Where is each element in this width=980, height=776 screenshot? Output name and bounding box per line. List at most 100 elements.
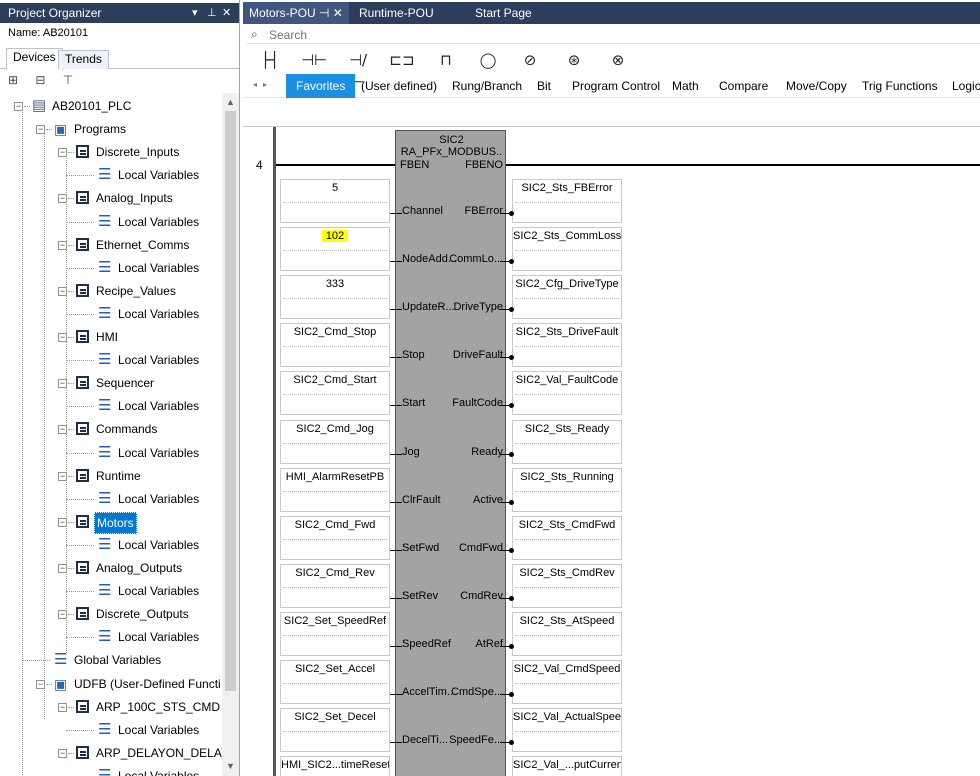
function-block[interactable]: SIC2 RA_PFx_MODBUS.. FBEN FBENO Channel N… (395, 130, 506, 776)
tree-item[interactable]: − Discrete_Outputs (0, 604, 222, 624)
tree-item[interactable]: Local Variables (0, 766, 222, 776)
output-variable-box[interactable]: SIC2_Val_CmdSpeed (512, 660, 622, 704)
tree-item[interactable]: Global Variables (0, 650, 222, 670)
scroll-up-icon[interactable]: ▲ (226, 97, 235, 107)
input-variable-box[interactable]: SIC2_Set_SpeedRef (280, 611, 390, 656)
input-variable-box[interactable]: SIC2_Set_Accel (280, 660, 390, 704)
tree-item[interactable]: Local Variables (0, 489, 222, 509)
tree-item[interactable]: − Sequencer (0, 373, 222, 393)
tree-item[interactable]: −Programs (0, 119, 222, 139)
coil-icon[interactable]: ◯ (475, 49, 501, 71)
tree-item[interactable]: Local Variables (0, 165, 222, 185)
tree-item[interactable]: − Analog_Outputs (0, 558, 222, 578)
tree-item[interactable]: Local Variables (0, 258, 222, 278)
block-icon[interactable]: ⊏⊐ (389, 49, 415, 71)
tree-item[interactable]: −AB20101_PLC (0, 96, 222, 116)
tree-item[interactable]: Local Variables (0, 350, 222, 370)
output-variable-box[interactable]: SIC2_Sts_FBError (512, 179, 622, 223)
category-rung-branch[interactable]: Rung/Branch (452, 74, 522, 98)
rung-icon[interactable]: ├┤ (257, 49, 283, 71)
output-variable-box[interactable]: SIC2_Sts_CommLoss (512, 227, 622, 272)
value-separator (283, 586, 387, 588)
tree-item[interactable]: − Motors (0, 511, 222, 534)
output-variable-box[interactable]: SIC2_Cfg_DriveType (512, 275, 622, 320)
input-variable-box[interactable]: SIC2_Set_Decel (280, 708, 390, 753)
tree-item[interactable]: Local Variables (0, 627, 222, 647)
coil-negated-icon[interactable]: ⊘ (517, 49, 543, 71)
tree-item[interactable]: − Recipe_Values (0, 281, 222, 301)
category-user-defined[interactable]: (User defined) (361, 74, 437, 98)
coil-set-icon[interactable]: ⊛ (561, 49, 587, 71)
tree-item[interactable]: Local Variables (0, 720, 222, 740)
input-variable-box[interactable]: 5 (280, 179, 390, 223)
input-variable-value: SIC2_Cmd_Stop (281, 326, 389, 338)
tree-guide-line (22, 105, 23, 776)
tree-item[interactable]: Local Variables (0, 304, 222, 324)
tree-item[interactable]: Local Variables (0, 535, 222, 555)
category-trig-functions[interactable]: Trig Functions (862, 74, 938, 98)
branch-icon[interactable]: ⊓ (433, 49, 459, 71)
tree-item[interactable]: − Discrete_Inputs (0, 142, 222, 162)
search-input[interactable] (269, 27, 569, 43)
add-device-icon[interactable]: ⊞ (8, 73, 24, 87)
scrollbar-thumb[interactable] (225, 111, 236, 691)
tab-runtime-pou[interactable]: Runtime-POU (359, 2, 434, 24)
tree-scrollbar[interactable]: ▲ ▼ (222, 93, 239, 776)
category-program-control[interactable]: Program Control (572, 74, 660, 98)
tree-item[interactable]: − HMI (0, 327, 222, 347)
output-variable-box[interactable]: SIC2_Val_FaultCode (512, 371, 622, 416)
input-variable-box[interactable]: HMI_SIC2...timeReset (280, 756, 390, 776)
tab-devices[interactable]: Devices (6, 48, 63, 70)
tree-item[interactable]: − ARP_100C_STS_CMD (0, 697, 222, 717)
tree-item[interactable]: Local Variables (0, 581, 222, 601)
input-variable-box[interactable]: 102 (280, 227, 390, 272)
tree-item[interactable]: − Commands (0, 419, 222, 439)
contact-no-icon[interactable]: ⊣⊢ (301, 49, 327, 71)
collapse-icon[interactable]: − (58, 748, 67, 758)
input-variable-box[interactable]: SIC2_Cmd_Fwd (280, 515, 390, 560)
output-variable-box[interactable]: SIC2_Sts_AtSpeed (512, 611, 622, 656)
category-math[interactable]: Math (672, 74, 699, 98)
input-variable-box[interactable]: SIC2_Cmd_Jog (280, 419, 390, 464)
output-variable-box[interactable]: SIC2_Sts_CmdRev (512, 563, 622, 608)
pin-icon[interactable]: ⊥ (207, 3, 217, 23)
tree-item[interactable]: − ARP_DELAYON_DELAY (0, 743, 222, 763)
tree-item[interactable]: −UDFB (User-Defined Functi (0, 674, 222, 694)
contact-nc-icon[interactable]: ⊣/⊢ (345, 49, 371, 91)
output-variable-box[interactable]: SIC2_Sts_Running (512, 467, 622, 512)
output-variable-box[interactable]: SIC2_Sts_CmdFwd (512, 515, 622, 560)
input-variable-box[interactable]: SIC2_Cmd_Start (280, 371, 390, 416)
output-variable-box[interactable]: SIC2_Val_ActualSpeed (512, 708, 622, 753)
tree-item[interactable]: Local Variables (0, 396, 222, 416)
tab-trends[interactable]: Trends (58, 50, 109, 69)
input-variable-box[interactable]: SIC2_Cmd_Rev (280, 563, 390, 608)
output-variable-box[interactable]: SIC2_Sts_DriveFault (512, 323, 622, 368)
tree-item[interactable]: − Runtime (0, 466, 222, 486)
category-move-copy[interactable]: Move/Copy (786, 74, 847, 98)
tab-start-page[interactable]: Start Page (475, 2, 532, 24)
tree-view-icon[interactable]: ⊤ (63, 73, 79, 87)
category-favorites[interactable]: Favorites (286, 74, 356, 98)
collapse-icon[interactable]: − (58, 702, 67, 712)
category-compare[interactable]: Compare (719, 74, 768, 98)
dropdown-icon[interactable]: ▾ (192, 3, 198, 23)
remove-device-icon[interactable]: ⊟ (35, 73, 51, 87)
output-variable-box[interactable]: SIC2_Sts_Ready (512, 419, 622, 464)
tree-item[interactable]: Local Variables (0, 443, 222, 463)
close-icon[interactable]: ✕ (222, 3, 231, 23)
output-variable-box[interactable]: SIC2_Val_...putCurrent (512, 756, 622, 776)
input-wire (390, 405, 402, 407)
tree-item[interactable]: Local Variables (0, 212, 222, 232)
category-scroll-arrows-icon[interactable]: ◂▸ (253, 80, 273, 89)
category-bit[interactable]: Bit (537, 74, 551, 98)
input-variable-box[interactable]: SIC2_Cmd_Stop (280, 323, 390, 368)
ladder-editor[interactable]: 4 SIC2 RA_PFx_MODBUS.. FBEN FBENO Channe… (243, 126, 980, 776)
coil-reset-icon[interactable]: ⊗ (605, 49, 631, 71)
input-variable-box[interactable]: HMI_AlarmResetPB (280, 467, 390, 512)
tree-item[interactable]: − Ethernet_Comms (0, 235, 222, 255)
input-variable-box[interactable]: 333 (280, 275, 390, 320)
category-logic[interactable]: Logic (952, 74, 980, 98)
tree-item[interactable]: − Analog_Inputs (0, 188, 222, 208)
scroll-down-icon[interactable]: ▼ (226, 761, 235, 771)
tab-motors-pou[interactable]: Motors-POU ⊣ ✕ (243, 2, 349, 24)
